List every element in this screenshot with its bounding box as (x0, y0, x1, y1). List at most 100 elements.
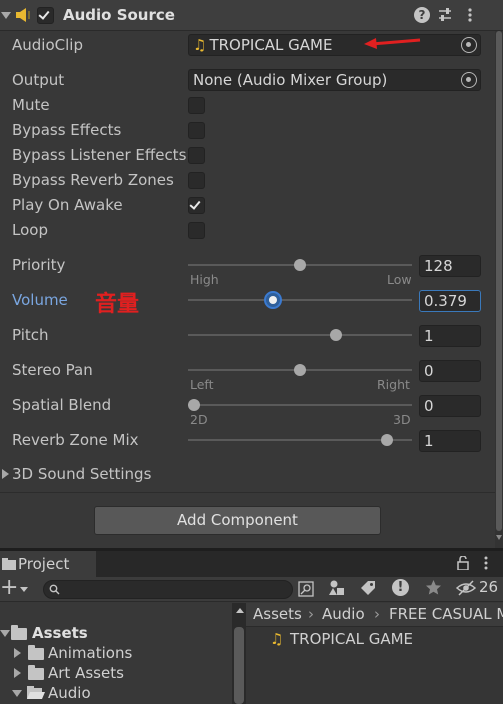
priority-max-label: Low (387, 272, 412, 287)
search-by-type-icon[interactable] (298, 581, 314, 597)
inspector-scrollbar-thumb[interactable] (496, 31, 502, 531)
tree-item-animations[interactable]: Animations (48, 644, 132, 662)
menu-icon[interactable] (482, 556, 490, 570)
hidden-packages-eye-icon[interactable] (456, 580, 476, 596)
folder-icon (2, 558, 16, 570)
breadcrumb-item-audio[interactable]: Audio (322, 605, 365, 623)
priority-min-label: High (190, 272, 219, 287)
volume-slider-knob[interactable] (264, 291, 282, 309)
reverb-zone-mix-input[interactable]: 1 (419, 430, 481, 452)
pitch-input[interactable]: 1 (419, 325, 481, 347)
tree-item-assets[interactable]: Assets (32, 624, 88, 642)
play-on-awake-checkbox[interactable] (188, 197, 205, 214)
scroll-up-arrow-icon[interactable] (236, 608, 244, 613)
mute-checkbox[interactable] (188, 97, 205, 114)
bypass-effects-checkbox[interactable] (188, 122, 205, 139)
reverb-zone-mix-slider-track[interactable] (188, 439, 412, 441)
folder-icon (28, 665, 44, 680)
reverb-zone-mix-slider-knob[interactable] (381, 434, 393, 446)
create-plus-icon[interactable]: + (0, 576, 18, 600)
volume-input[interactable]: 0.379 (419, 290, 481, 312)
divider (0, 492, 495, 493)
tree-item-art-assets[interactable]: Art Assets (48, 664, 124, 682)
component-enabled-checkbox[interactable] (37, 7, 54, 24)
project-search-input[interactable] (43, 580, 293, 599)
breadcrumb-item-assets[interactable]: Assets (253, 605, 302, 623)
log-warning-icon[interactable]: ! (392, 579, 409, 596)
hidden-packages-count: 26 (479, 578, 499, 596)
favorite-star-icon[interactable] (425, 579, 442, 596)
priority-input[interactable]: 128 (419, 255, 481, 277)
add-component-button[interactable]: Add Component (94, 506, 381, 535)
expand-arrow-icon[interactable] (12, 690, 22, 697)
spatial-blend-min-label: 2D (190, 412, 208, 427)
folder-icon (28, 645, 44, 660)
spatial-blend-label: Spatial Blend (12, 396, 112, 414)
breadcrumb-item-free-casual[interactable]: FREE CASUAL M (389, 605, 503, 623)
help-icon[interactable]: ? (414, 7, 430, 23)
pitch-slider-track[interactable] (188, 334, 412, 336)
stereo-pan-min-label: Left (190, 377, 214, 392)
filter-by-type-icon[interactable] (328, 579, 346, 597)
tree-scrollbar-thumb[interactable] (234, 627, 244, 704)
tree-item-audio[interactable]: Audio (48, 684, 91, 702)
spatial-blend-max-label: 3D (393, 412, 411, 427)
output-label: Output (12, 71, 65, 89)
collapse-arrow-icon[interactable] (1, 12, 11, 19)
object-picker-icon[interactable] (461, 72, 477, 88)
annotation-arrow-icon (364, 38, 421, 49)
chevron-down-icon[interactable] (20, 587, 28, 592)
3d-sound-settings-foldout[interactable]: 3D Sound Settings (12, 465, 151, 483)
spatial-blend-slider-knob[interactable] (188, 399, 200, 411)
expand-arrow-icon[interactable] (14, 648, 21, 658)
reverb-zone-mix-label: Reverb Zone Mix (12, 431, 139, 449)
spatial-blend-slider-track[interactable] (188, 404, 412, 406)
project-tab-label: Project (18, 555, 70, 573)
pitch-label: Pitch (12, 326, 49, 344)
volume-slider-track[interactable] (188, 299, 412, 301)
expand-arrow-icon[interactable] (14, 668, 21, 678)
priority-slider-knob[interactable] (294, 259, 306, 271)
lock-icon[interactable] (457, 556, 469, 570)
audioclip-value: TROPICAL GAME (209, 36, 333, 54)
bypass-listener-effects-label: Bypass Listener Effects (12, 146, 187, 164)
loop-checkbox[interactable] (188, 222, 205, 239)
stereo-pan-input[interactable]: 0 (419, 360, 481, 382)
breadcrumb-separator-icon: › (374, 605, 380, 623)
bypass-listener-effects-checkbox[interactable] (188, 147, 205, 164)
object-picker-icon[interactable] (461, 37, 477, 53)
volume-label: Volume (12, 291, 68, 309)
search-icon (49, 584, 60, 595)
stereo-pan-max-label: Right (377, 377, 410, 392)
output-field[interactable]: None (Audio Mixer Group) (188, 69, 481, 91)
audio-clip-icon: ♫ (270, 630, 284, 648)
menu-icon[interactable] (465, 7, 475, 23)
folder-icon (11, 625, 27, 640)
audioclip-label: AudioClip (12, 36, 83, 54)
mute-label: Mute (12, 96, 50, 114)
play-on-awake-label: Play On Awake (12, 196, 123, 214)
audio-source-icon (16, 8, 30, 22)
output-value: None (Audio Mixer Group) (193, 71, 388, 89)
expand-arrow-icon[interactable] (2, 469, 9, 479)
bypass-reverb-zones-checkbox[interactable] (188, 172, 205, 189)
label-tag-icon[interactable] (360, 580, 376, 596)
preset-icon[interactable] (437, 7, 453, 23)
expand-arrow-icon[interactable] (0, 630, 10, 637)
stereo-pan-slider-knob[interactable] (294, 364, 306, 376)
open-folder-icon (27, 686, 45, 699)
scroll-down-arrow-icon[interactable] (496, 535, 502, 540)
bypass-reverb-zones-label: Bypass Reverb Zones (12, 171, 174, 189)
stereo-pan-label: Stereo Pan (12, 361, 93, 379)
audioclip-field[interactable]: ♫ TROPICAL GAME (188, 34, 481, 56)
spatial-blend-input[interactable]: 0 (419, 395, 481, 417)
file-item-tropical-game[interactable]: TROPICAL GAME (290, 630, 413, 648)
audio-clip-icon: ♫ (193, 36, 207, 54)
bypass-effects-label: Bypass Effects (12, 121, 122, 139)
volume-annotation: 音量 (95, 292, 140, 317)
priority-label: Priority (12, 256, 66, 274)
pitch-slider-knob[interactable] (330, 329, 342, 341)
component-title: Audio Source (63, 6, 175, 24)
loop-label: Loop (12, 221, 48, 239)
breadcrumb-separator-icon: › (308, 605, 314, 623)
